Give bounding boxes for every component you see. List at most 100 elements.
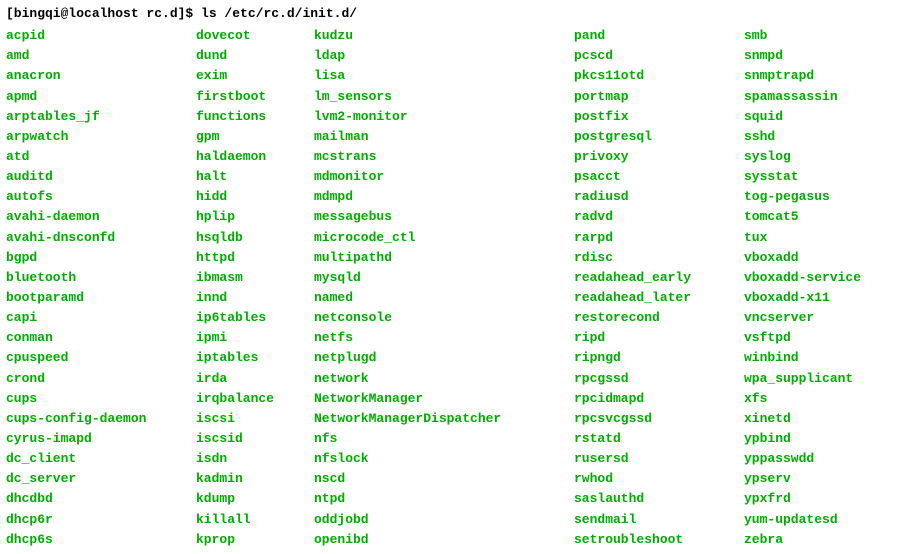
file-entry: hidd (196, 187, 314, 207)
file-entry: privoxy (574, 147, 744, 167)
file-entry: microcode_ctl (314, 228, 574, 248)
file-entry: firstboot (196, 87, 314, 107)
file-entry: dhcp6r (6, 510, 196, 530)
file-entry: radiusd (574, 187, 744, 207)
listing-column-5: smbsnmpdsnmptrapdspamassassinsquidsshdsy… (744, 26, 904, 550)
file-entry: lm_sensors (314, 87, 574, 107)
file-entry: hsqldb (196, 228, 314, 248)
file-entry: cups (6, 389, 196, 409)
file-entry: lisa (314, 66, 574, 86)
file-entry: cpuspeed (6, 348, 196, 368)
file-entry: ldap (314, 46, 574, 66)
file-entry: tog-pegasus (744, 187, 904, 207)
file-entry: gpm (196, 127, 314, 147)
file-entry: amd (6, 46, 196, 66)
file-entry: mdmonitor (314, 167, 574, 187)
file-entry: sysstat (744, 167, 904, 187)
file-entry: ip6tables (196, 308, 314, 328)
file-entry: snmptrapd (744, 66, 904, 86)
file-entry: nscd (314, 469, 574, 489)
file-entry: httpd (196, 248, 314, 268)
file-entry: zebra (744, 530, 904, 550)
file-entry: rusersd (574, 449, 744, 469)
file-entry: kprop (196, 530, 314, 550)
file-entry: halt (196, 167, 314, 187)
file-entry: irda (196, 369, 314, 389)
file-entry: irqbalance (196, 389, 314, 409)
file-entry: pkcs11otd (574, 66, 744, 86)
file-entry: readahead_early (574, 268, 744, 288)
file-entry: bgpd (6, 248, 196, 268)
file-entry: kadmin (196, 469, 314, 489)
file-entry: cyrus-imapd (6, 429, 196, 449)
file-entry: iptables (196, 348, 314, 368)
file-entry: apmd (6, 87, 196, 107)
file-entry: ypxfrd (744, 489, 904, 509)
file-entry: messagebus (314, 207, 574, 227)
file-entry: NetworkManagerDispatcher (314, 409, 574, 429)
file-entry: exim (196, 66, 314, 86)
file-entry: ipmi (196, 328, 314, 348)
file-entry: netconsole (314, 308, 574, 328)
file-entry: named (314, 288, 574, 308)
file-entry: tux (744, 228, 904, 248)
file-entry: yppasswdd (744, 449, 904, 469)
file-entry: vboxadd (744, 248, 904, 268)
file-entry: dc_server (6, 469, 196, 489)
file-entry: rdisc (574, 248, 744, 268)
file-entry: multipathd (314, 248, 574, 268)
file-entry: bootparamd (6, 288, 196, 308)
directory-listing: acpidamdanacronapmdarptables_jfarpwatcha… (6, 26, 908, 550)
file-entry: syslog (744, 147, 904, 167)
file-entry: kdump (196, 489, 314, 509)
file-entry: ibmasm (196, 268, 314, 288)
file-entry: network (314, 369, 574, 389)
file-entry: mcstrans (314, 147, 574, 167)
file-entry: ripngd (574, 348, 744, 368)
file-entry: netfs (314, 328, 574, 348)
file-entry: lvm2-monitor (314, 107, 574, 127)
file-entry: killall (196, 510, 314, 530)
file-entry: auditd (6, 167, 196, 187)
file-entry: iscsid (196, 429, 314, 449)
file-entry: ypserv (744, 469, 904, 489)
file-entry: vncserver (744, 308, 904, 328)
file-entry: acpid (6, 26, 196, 46)
file-entry: ntpd (314, 489, 574, 509)
file-entry: sshd (744, 127, 904, 147)
file-entry: innd (196, 288, 314, 308)
file-entry: ripd (574, 328, 744, 348)
file-entry: rpcidmapd (574, 389, 744, 409)
file-entry: rstatd (574, 429, 744, 449)
file-entry: dund (196, 46, 314, 66)
file-entry: functions (196, 107, 314, 127)
file-entry: mdmpd (314, 187, 574, 207)
file-entry: postfix (574, 107, 744, 127)
file-entry: ypbind (744, 429, 904, 449)
file-entry: autofs (6, 187, 196, 207)
file-entry: dhcdbd (6, 489, 196, 509)
file-entry: pand (574, 26, 744, 46)
file-entry: squid (744, 107, 904, 127)
file-entry: snmpd (744, 46, 904, 66)
listing-column-1: acpidamdanacronapmdarptables_jfarpwatcha… (6, 26, 196, 550)
file-entry: spamassassin (744, 87, 904, 107)
file-entry: rpcsvcgssd (574, 409, 744, 429)
file-entry: smb (744, 26, 904, 46)
file-entry: pcscd (574, 46, 744, 66)
file-entry: openibd (314, 530, 574, 550)
file-entry: rarpd (574, 228, 744, 248)
file-entry: yum-updatesd (744, 510, 904, 530)
file-entry: netplugd (314, 348, 574, 368)
file-entry: xinetd (744, 409, 904, 429)
file-entry: oddjobd (314, 510, 574, 530)
file-entry: portmap (574, 87, 744, 107)
file-entry: tomcat5 (744, 207, 904, 227)
file-entry: psacct (574, 167, 744, 187)
file-entry: crond (6, 369, 196, 389)
file-entry: mailman (314, 127, 574, 147)
file-entry: anacron (6, 66, 196, 86)
listing-column-2: dovecotdundeximfirstbootfunctionsgpmhald… (196, 26, 314, 550)
file-entry: saslauthd (574, 489, 744, 509)
file-entry: rwhod (574, 469, 744, 489)
